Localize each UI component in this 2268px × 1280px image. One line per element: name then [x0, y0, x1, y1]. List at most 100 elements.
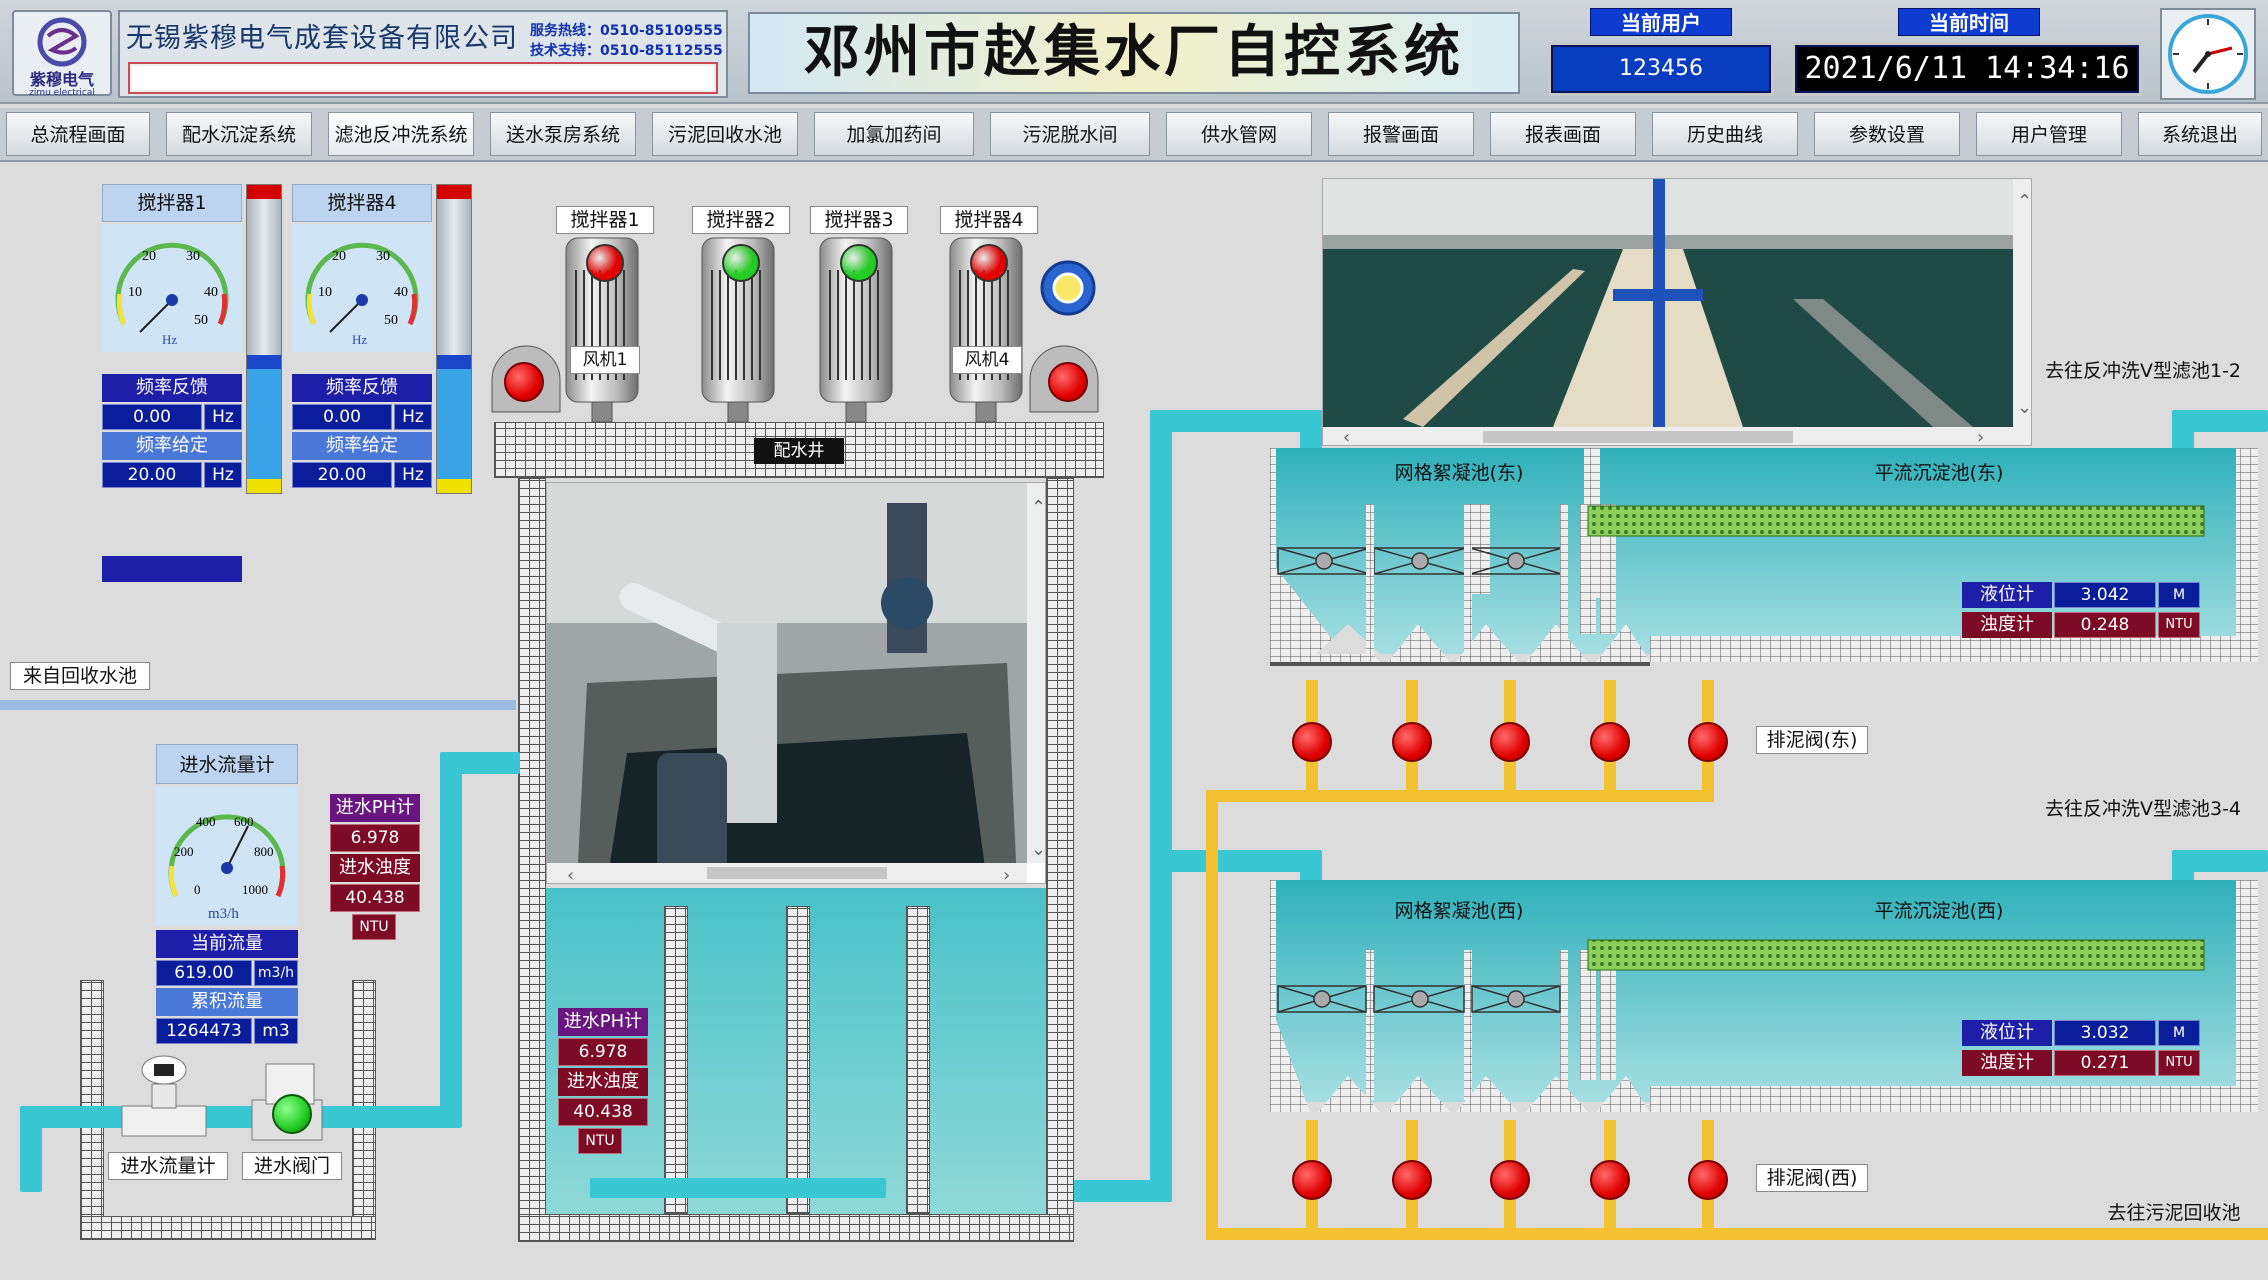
current-time-label: 当前时间 [1898, 8, 2040, 36]
fan4-label: 风机4 [952, 346, 1022, 374]
center-ph-label: 进水PH计 [558, 1008, 648, 1036]
logo-text: 紫穆电气 [29, 70, 94, 89]
east-level-unit: M [2158, 582, 2200, 608]
mixer1-status-lamp[interactable] [586, 244, 624, 282]
current-flow-label: 当前流量 [156, 930, 298, 958]
camera-feed-image: ⌃ ⌄ ‹ › [1323, 179, 2031, 446]
current-flow-value: 619.00 [156, 960, 252, 986]
east-turbidity-unit: NTU [2158, 612, 2200, 638]
nav-user-management[interactable]: 用户管理 [1976, 112, 2122, 156]
current-flow-unit: m3/h [254, 960, 298, 986]
west-drain-valve-3[interactable] [1490, 1160, 1530, 1200]
nav-sludge-dewatering[interactable]: 污泥脱水间 [990, 112, 1150, 156]
svg-text:⌄: ⌄ [1031, 839, 1046, 860]
east-drain-valve-5[interactable] [1688, 722, 1728, 762]
nav-report[interactable]: 报表画面 [1490, 112, 1636, 156]
east-drain-valve-3[interactable] [1490, 722, 1530, 762]
inflow-pipe-down [20, 1106, 42, 1192]
system-title: 邓州市赵集水厂自控系统 [748, 12, 1520, 94]
well-left-wall [518, 478, 546, 1242]
slider-handle[interactable] [247, 355, 281, 369]
mixer3-status-lamp[interactable] [840, 244, 878, 282]
east-drain-valve-1[interactable] [1292, 722, 1332, 762]
total-flow-label: 累积流量 [156, 988, 298, 1016]
inflow-valve-status[interactable] [272, 1094, 312, 1134]
center-ph-value: 6.978 [558, 1038, 648, 1066]
west-drain-valve-4[interactable] [1590, 1160, 1630, 1200]
vfd4-setpoint-unit: Hz [394, 462, 432, 488]
to-sludge-label: 去往污泥回收池 [2107, 1202, 2241, 1224]
from-recovery-label: 来自回收水池 [10, 662, 150, 690]
inflow-devices [121, 1055, 323, 1141]
west-drain-valve-2[interactable] [1392, 1160, 1432, 1200]
nav-history-trend[interactable]: 历史曲线 [1652, 112, 1798, 156]
inflow-gauge: 0 200 400 600 800 1000 m3/h [156, 786, 298, 926]
center-turbidity-label: 进水浊度 [558, 1068, 648, 1096]
mixer4-status-lamp[interactable] [970, 244, 1008, 282]
slider-up-arrow-icon[interactable] [247, 185, 281, 199]
east-drain-valve-2[interactable] [1392, 722, 1432, 762]
current-user-value[interactable]: 123456 [1548, 42, 1774, 96]
to-east-pipe [1150, 410, 1320, 432]
slider-fill [247, 355, 281, 479]
svg-text:m3/h: m3/h [208, 906, 239, 922]
well-inner-pipe [590, 1178, 886, 1198]
well-bottom-wall [518, 1214, 1074, 1242]
fan1-valve[interactable] [504, 362, 544, 402]
sludge-main-riser [1206, 790, 1218, 1240]
inflow-turbidity-unit: NTU [352, 914, 396, 940]
gauge-icon: 10 20 30 40 50 Hz [115, 242, 229, 347]
clock-icon [2168, 14, 2248, 94]
pressure-gauge-icon [1040, 260, 1096, 316]
company-name: 无锡紫穆电气成套设备有限公司 [126, 23, 518, 54]
svg-text:20: 20 [142, 249, 156, 264]
inflow-meter-title: 进水流量计 [156, 744, 298, 784]
vfd1-setpoint-unit: Hz [204, 462, 242, 488]
east-drain-valve-4[interactable] [1590, 722, 1630, 762]
drain-west-label: 排泥阀(西) [1756, 1164, 1868, 1192]
vfd4-frequency-slider[interactable] [436, 184, 472, 494]
nav-water-network[interactable]: 供水管网 [1166, 112, 1312, 156]
svg-text:50: 50 [384, 313, 398, 328]
slider-up-arrow-icon[interactable] [437, 185, 471, 199]
flocculation-west-label: 网格絮凝池(西) [1394, 900, 1524, 922]
company-logo: 紫穆电气 zimu electrical [12, 10, 112, 98]
west-drain-valve-5[interactable] [1688, 1160, 1728, 1200]
svg-text:‹: ‹ [1343, 427, 1350, 446]
frequency-gauge: 10 20 30 40 50 Hz [102, 224, 242, 352]
nav-distribution-sedimentation[interactable]: 配水沉淀系统 [166, 112, 312, 156]
frequency-gauge: 10 20 30 40 50 Hz [292, 224, 432, 352]
svg-text:⌃: ⌃ [1031, 497, 1046, 518]
vfd1-setpoint-value[interactable]: 20.00 [102, 462, 202, 488]
mixer2-status-lamp[interactable] [722, 244, 760, 282]
slider-down-arrow-icon[interactable] [247, 479, 281, 493]
west-level-unit: M [2158, 1020, 2200, 1046]
vfd1-feedback-value: 0.00 [102, 404, 202, 430]
east-turbidity-label: 浊度计 [1962, 612, 2052, 638]
vfd1-frequency-slider[interactable] [246, 184, 282, 494]
nav-overview[interactable]: 总流程画面 [6, 112, 150, 156]
nav-parameter-settings[interactable]: 参数设置 [1814, 112, 1960, 156]
sedimentation-east-label: 平流沉淀池(东) [1874, 462, 2004, 484]
west-drain-valve-1[interactable] [1292, 1160, 1332, 1200]
vfd4-setpoint-value[interactable]: 20.00 [292, 462, 392, 488]
fan4-valve[interactable] [1048, 362, 1088, 402]
sedimentation-camera[interactable]: ⌃ ⌄ ‹ › [1322, 178, 2032, 446]
logo-subtext: zimu electrical [29, 88, 95, 98]
nav-chlorine-dosing[interactable]: 加氯加药间 [814, 112, 974, 156]
service-line: 服务热线：0510-85109555 [530, 23, 723, 39]
sludge-main-header [1206, 1228, 2268, 1240]
nav-sludge-recovery[interactable]: 污泥回收水池 [652, 112, 798, 156]
distribution-well-camera[interactable]: ⌃ ⌄ ‹ › [546, 482, 1046, 884]
svg-text:10: 10 [318, 285, 332, 300]
slider-handle[interactable] [437, 355, 471, 369]
west-level-value: 3.032 [2054, 1020, 2156, 1046]
nav-exit[interactable]: 系统退出 [2138, 112, 2262, 156]
nav-alarm[interactable]: 报警画面 [1328, 112, 1474, 156]
slider-down-arrow-icon[interactable] [437, 479, 471, 493]
zimu-logo-icon [37, 17, 87, 67]
nav-pump-house[interactable]: 送水泵房系统 [490, 112, 636, 156]
inflow-tank-bottom [80, 1216, 376, 1240]
analog-clock [2160, 8, 2256, 100]
nav-filter-backwash[interactable]: 滤池反冲洗系统 [328, 112, 474, 156]
